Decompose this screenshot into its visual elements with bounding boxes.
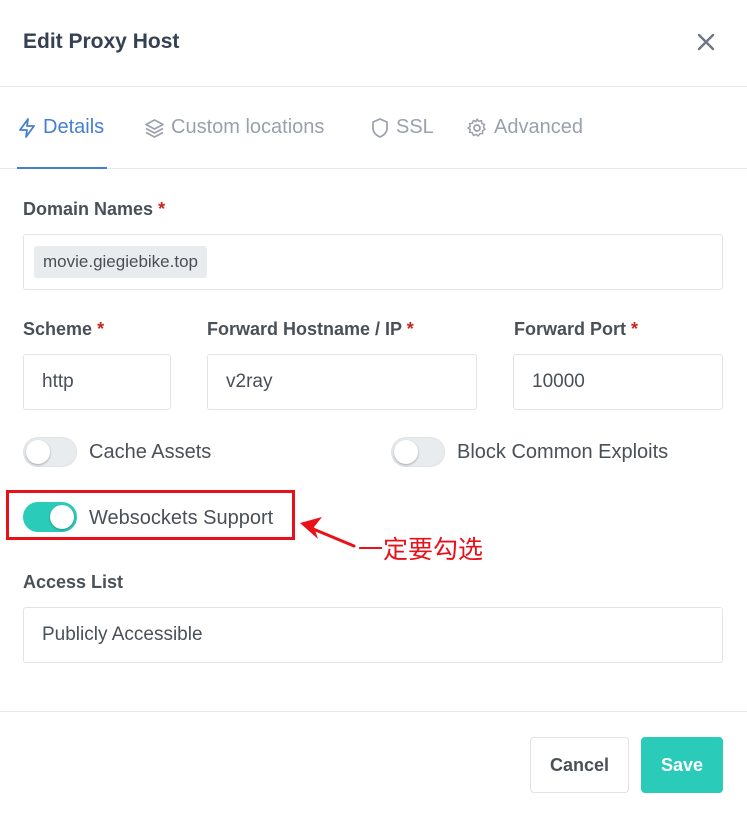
forward-hostname-label: Forward Hostname / IP * — [207, 319, 414, 339]
tab-advanced-label: Advanced — [494, 116, 583, 138]
tab-details[interactable]: Details — [17, 87, 107, 169]
scheme-label: Scheme * — [23, 319, 105, 339]
forward-port-input[interactable]: 10000 — [513, 354, 723, 410]
gear-icon — [467, 117, 486, 137]
modal-header: Edit Proxy Host — [0, 0, 747, 87]
tab-details-label: Details — [43, 116, 105, 138]
shield-icon — [372, 117, 388, 138]
save-button[interactable]: Save — [641, 737, 723, 793]
tab-custom-locations[interactable]: Custom locations — [144, 87, 324, 168]
modal-footer: Cancel Save — [0, 711, 747, 819]
annotation-arrow-icon — [300, 517, 356, 548]
toggle-knob — [394, 440, 418, 464]
domain-names-label: Domain Names * — [23, 199, 166, 219]
domain-chip[interactable]: movie.giegiebike.top — [34, 246, 207, 278]
forward-hostname-input[interactable]: v2ray — [207, 354, 477, 410]
domain-names-input[interactable]: movie.giegiebike.top — [23, 234, 723, 290]
tab-ssl-label: SSL — [396, 116, 434, 138]
scheme-input[interactable]: http — [23, 354, 171, 410]
close-icon[interactable] — [692, 28, 720, 56]
toggle-knob — [26, 440, 50, 464]
access-list-label: Access List — [23, 572, 124, 592]
lightning-icon — [19, 117, 35, 138]
annotation-text: 一定要勾选 — [358, 536, 484, 564]
cache-assets-toggle[interactable] — [23, 437, 77, 467]
tab-ssl[interactable]: SSL — [370, 87, 434, 168]
modal-title: Edit Proxy Host — [23, 30, 180, 53]
tab-custom-locations-label: Custom locations — [171, 116, 325, 138]
tab-advanced[interactable]: Advanced — [466, 87, 583, 168]
layers-icon — [145, 118, 164, 138]
cache-assets-label: Cache Assets — [89, 441, 212, 463]
block-exploits-toggle[interactable] — [391, 437, 445, 467]
forward-port-label: Forward Port * — [514, 319, 639, 339]
access-list-select[interactable]: Publicly Accessible — [23, 607, 723, 663]
cancel-button[interactable]: Cancel — [530, 737, 629, 793]
edit-proxy-host-modal: Edit Proxy Host Details Custom locations… — [0, 0, 747, 818]
block-exploits-label: Block Common Exploits — [457, 441, 669, 463]
tab-bar: Details Custom locations SSL Advanced — [0, 87, 747, 169]
annotation-highlight-box — [6, 490, 295, 540]
